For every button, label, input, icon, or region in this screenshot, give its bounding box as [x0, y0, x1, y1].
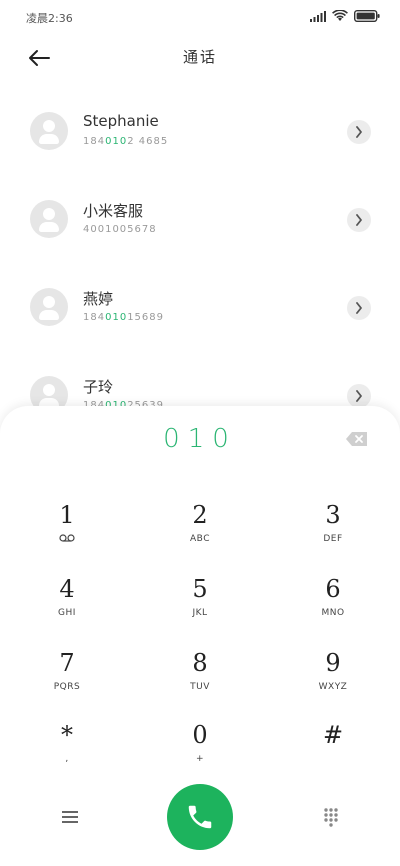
- key-letters: PQRS: [53, 682, 81, 692]
- avatar: [30, 112, 68, 150]
- key-digit: 0: [192, 721, 208, 749]
- key-letters: +: [195, 754, 205, 764]
- contact-row[interactable]: 燕婷 18401015689: [0, 264, 400, 352]
- key-4[interactable]: 4 GHI: [12, 574, 122, 634]
- key-digit: 5: [192, 575, 208, 603]
- key-2[interactable]: 2 ABC: [145, 500, 255, 560]
- avatar: [30, 288, 68, 326]
- key-digit: *: [61, 721, 73, 749]
- key-digit: 6: [325, 575, 341, 603]
- key-6[interactable]: 6 MNO: [278, 574, 388, 634]
- contact-number: 1840102 4685: [83, 136, 169, 147]
- contact-name: 小米客服: [83, 202, 144, 220]
- key-letters: TUV: [190, 682, 210, 692]
- battery-icon: [354, 10, 380, 22]
- key-digit: 9: [325, 649, 341, 677]
- status-icons: [310, 10, 380, 22]
- avatar: [30, 200, 68, 238]
- menu-button[interactable]: [55, 802, 85, 832]
- contact-row[interactable]: 小米客服 4001005678: [0, 176, 400, 264]
- key-digit: 7: [59, 649, 75, 677]
- key-digit: 3: [325, 501, 341, 529]
- contact-name: 子玲: [83, 378, 114, 396]
- key-9[interactable]: 9 WXYZ: [278, 648, 388, 708]
- page-title: 通话: [182, 48, 217, 66]
- key-7[interactable]: 7 PQRS: [12, 648, 122, 708]
- chevron-right-icon: [356, 126, 362, 138]
- signal-icon: [310, 10, 326, 22]
- contact-number: 4001005678: [83, 224, 157, 235]
- contact-detail-button[interactable]: [347, 120, 371, 144]
- key-digit: 4: [59, 575, 75, 603]
- voicemail-icon: [12, 534, 122, 545]
- key-3[interactable]: 3 DEF: [278, 500, 388, 560]
- status-bar: 凌晨2:36: [0, 0, 400, 36]
- call-button[interactable]: [167, 784, 233, 850]
- key-hash[interactable]: #: [278, 720, 388, 780]
- chevron-right-icon: [356, 390, 362, 402]
- keypad-toggle-button[interactable]: [316, 802, 346, 832]
- contact-detail-button[interactable]: [347, 384, 371, 408]
- dial-number-display[interactable]: 010: [0, 424, 400, 454]
- menu-icon: [62, 811, 78, 823]
- key-1[interactable]: 1: [12, 500, 122, 560]
- chevron-right-icon: [356, 302, 362, 314]
- key-letters: JKL: [192, 608, 208, 618]
- backspace-icon: [346, 432, 367, 446]
- dialpad-panel: 010 1 2 ABC 3 DEF 4 GHI 5 JKL 6 MNO 7 PQ…: [0, 406, 400, 866]
- contact-detail-button[interactable]: [347, 208, 371, 232]
- wifi-icon: [332, 10, 348, 21]
- key-digit: #: [322, 721, 344, 749]
- chevron-right-icon: [356, 214, 362, 226]
- status-time: 凌晨2:36: [26, 12, 73, 25]
- key-star[interactable]: * ,: [12, 720, 122, 780]
- key-digit: 2: [192, 501, 208, 529]
- backspace-button[interactable]: [345, 430, 369, 448]
- keypad-icon: [324, 808, 338, 827]
- contact-name: Stephanie: [83, 112, 159, 130]
- key-5[interactable]: 5 JKL: [145, 574, 255, 634]
- key-0[interactable]: 0 +: [145, 720, 255, 780]
- key-letters: WXYZ: [318, 682, 348, 692]
- dialer-bottom-bar: [0, 778, 400, 858]
- key-letters: ,: [65, 754, 69, 764]
- key-letters: DEF: [323, 534, 343, 544]
- key-letters: ABC: [190, 534, 210, 544]
- key-digit: 8: [192, 649, 208, 677]
- key-digit: 1: [59, 501, 75, 529]
- top-bar: 通话: [0, 36, 400, 80]
- contact-name: 燕婷: [83, 290, 114, 308]
- contact-number: 18401015689: [83, 312, 164, 323]
- key-8[interactable]: 8 TUV: [145, 648, 255, 708]
- key-letters: GHI: [58, 608, 76, 618]
- contact-detail-button[interactable]: [347, 296, 371, 320]
- contact-row[interactable]: Stephanie 1840102 4685: [0, 88, 400, 176]
- phone-icon: [188, 805, 212, 829]
- key-letters: MNO: [321, 608, 345, 618]
